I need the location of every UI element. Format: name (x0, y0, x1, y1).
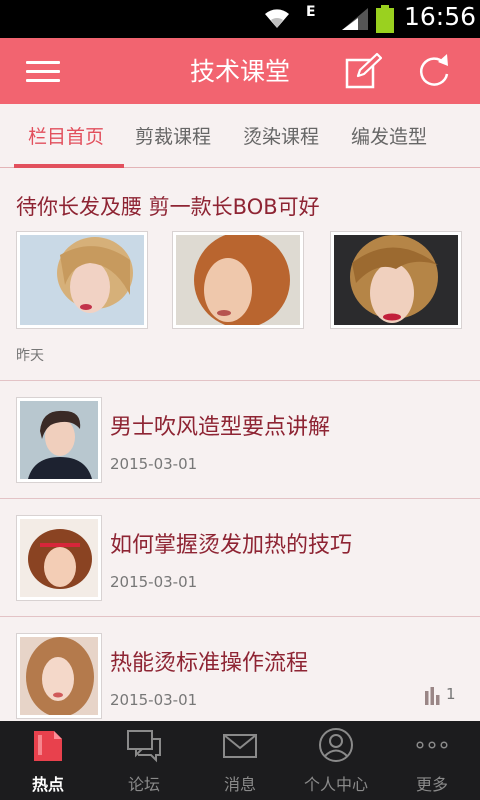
message-envelope-icon (223, 734, 257, 758)
wifi-icon (265, 9, 289, 28)
photo-thumbnail-icon (20, 519, 98, 597)
nav-label: 热点 (31, 775, 64, 794)
user-profile-icon (319, 728, 353, 762)
tab-home[interactable]: 栏目首页 (28, 122, 104, 149)
list-item[interactable]: 热能烫标准操作流程 2015-03-01 1 (0, 617, 480, 735)
page-title: 技术课堂 (189, 57, 290, 86)
nav-more[interactable]: 更多 (384, 721, 480, 800)
article-date: 2015-03-01 (110, 455, 198, 473)
photo-thumbnail-icon (334, 235, 458, 325)
featured-article[interactable]: 待你长发及腰 剪一款长BOB可好 昨天 (0, 169, 480, 381)
active-tab-indicator (14, 164, 124, 168)
article-title: 热能烫标准操作流程 (110, 651, 309, 676)
more-dots-icon (416, 741, 448, 749)
nav-label: 更多 (415, 775, 448, 794)
photo-thumbnail-icon (20, 235, 144, 325)
signal-strength-icon (342, 8, 368, 30)
bar-chart-icon (425, 687, 440, 705)
photo-thumbnail-icon (176, 232, 300, 328)
app-header: 技术课堂 (0, 38, 480, 104)
article-thumbnail (16, 633, 102, 719)
article-title: 男士吹风造型要点讲解 (110, 415, 331, 440)
nav-forum[interactable]: 论坛 (96, 721, 192, 800)
status-bar: E 16:56 (0, 0, 480, 38)
clock-time: 16:56 (404, 2, 477, 31)
feature-image-1[interactable] (16, 231, 148, 329)
menu-button[interactable] (24, 55, 64, 87)
feature-image-2[interactable] (172, 231, 304, 329)
nav-messages[interactable]: 消息 (192, 721, 288, 800)
nav-label: 消息 (223, 775, 256, 794)
feature-image-3[interactable] (330, 231, 462, 329)
list-item[interactable]: 如何掌握烫发加热的技巧 2015-03-01 (0, 499, 480, 617)
photo-thumbnail-icon (20, 401, 98, 479)
edit-icon[interactable] (344, 52, 382, 90)
battery-icon (376, 5, 394, 33)
tab-braid-styling[interactable]: 编发造型 (351, 122, 427, 149)
article-date: 2015-03-01 (110, 573, 198, 591)
featured-article-time: 昨天 (16, 348, 44, 364)
bottom-navigation: 热点 论坛 消息 个人中心 更多 (0, 721, 480, 800)
hot-document-icon (34, 731, 62, 761)
nav-hot[interactable]: 热点 (0, 721, 96, 800)
tab-cutting-course[interactable]: 剪裁课程 (135, 122, 211, 149)
network-type-indicator: E (306, 4, 316, 20)
article-title: 如何掌握烫发加热的技巧 (110, 533, 353, 558)
category-tabs: 栏目首页 剪裁课程 烫染课程 编发造型 (0, 104, 480, 168)
nav-label: 论坛 (127, 775, 160, 794)
refresh-icon[interactable] (414, 50, 454, 90)
nav-profile[interactable]: 个人中心 (288, 721, 384, 800)
article-thumbnail (16, 397, 102, 483)
featured-article-title: 待你长发及腰 剪一款长BOB可好 (16, 195, 320, 219)
article-date: 2015-03-01 (110, 691, 198, 709)
article-thumbnail (16, 515, 102, 601)
view-count: 1 (446, 685, 456, 703)
photo-thumbnail-icon (20, 637, 98, 717)
list-item[interactable]: 男士吹风造型要点讲解 2015-03-01 (0, 381, 480, 499)
tab-perm-dye-course[interactable]: 烫染课程 (243, 122, 319, 149)
nav-label: 个人中心 (303, 775, 368, 794)
forum-chat-icon (127, 730, 161, 763)
